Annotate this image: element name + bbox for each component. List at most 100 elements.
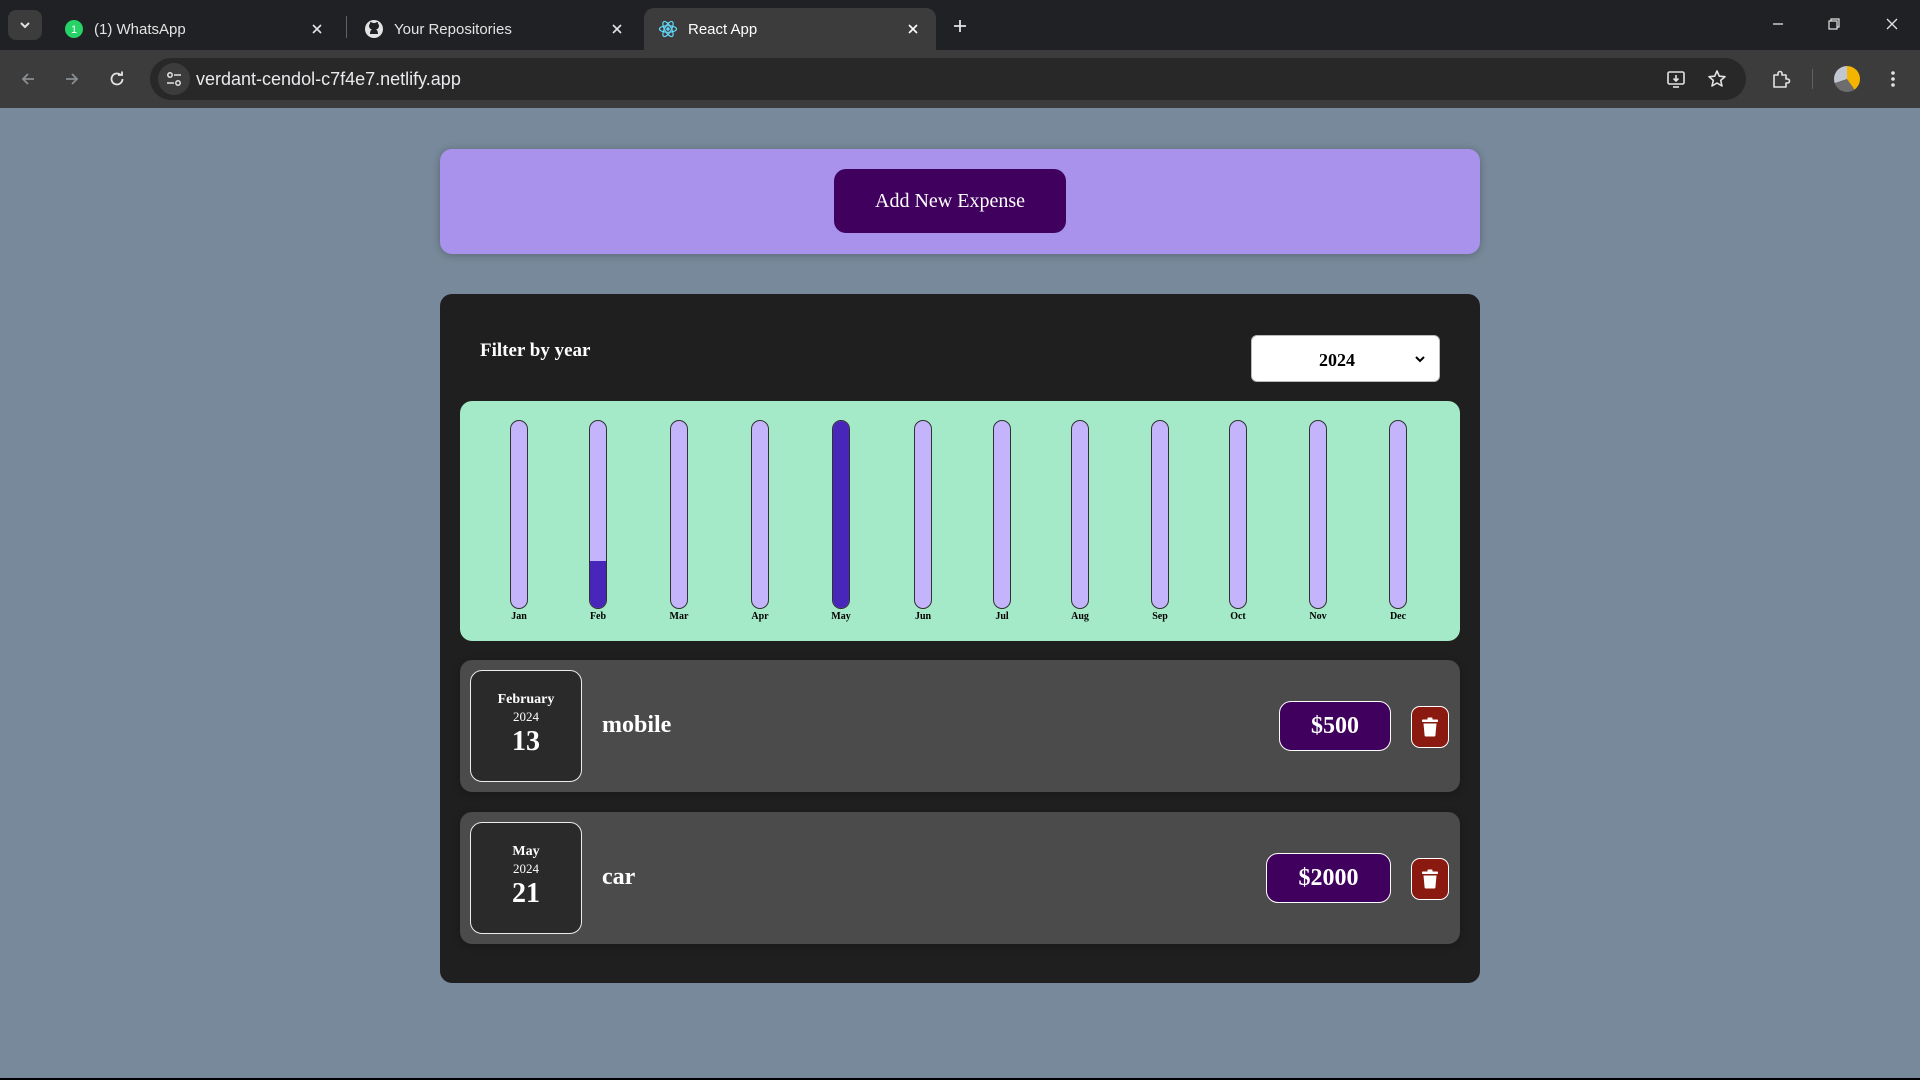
chart-bar-track — [510, 420, 528, 609]
expense-date: February 2024 13 — [470, 670, 582, 782]
chart-bar-fill — [590, 561, 606, 608]
star-icon — [1708, 70, 1726, 87]
browser-toolbar: verdant-cendol-c7f4e7.netlify.app — [0, 50, 1920, 108]
plus-icon — [954, 20, 966, 32]
menu-button[interactable] — [1877, 63, 1909, 95]
expense-item: February 2024 13 mobile $500 — [460, 660, 1460, 792]
react-icon — [658, 20, 678, 38]
expense-date: May 2024 21 — [470, 822, 582, 934]
chart-bar-feb: Feb — [578, 420, 618, 625]
chevron-down-icon — [1415, 356, 1425, 363]
chart-bar-sep: Sep — [1140, 420, 1180, 625]
tune-icon — [167, 72, 181, 86]
chart-bar-track — [1151, 420, 1169, 609]
profile-avatar[interactable] — [1834, 66, 1860, 92]
expense-date-month: May — [512, 844, 540, 859]
page-viewport: Add New Expense Filter by year 2024 Jan F… — [0, 108, 1920, 1078]
address-bar[interactable]: verdant-cendol-c7f4e7.netlify.app — [150, 58, 1746, 100]
chart-bar-track — [1229, 420, 1247, 609]
bookmark-button[interactable] — [1701, 63, 1733, 95]
close-icon[interactable] — [608, 20, 626, 38]
site-info-button[interactable] — [158, 63, 190, 95]
install-app-button[interactable] — [1660, 63, 1692, 95]
chart-bar-label: Aug — [1071, 611, 1089, 622]
install-icon — [1667, 71, 1685, 88]
tab-react-app[interactable]: React App — [644, 8, 936, 50]
more-vert-icon — [1891, 71, 1895, 87]
expense-item: May 2024 21 car $2000 — [460, 812, 1460, 944]
chart-bar-track — [914, 420, 932, 609]
expense-date-year: 2024 — [513, 861, 539, 876]
chart-bar-label: Mar — [669, 611, 689, 622]
expenses-card: Filter by year 2024 Jan Feb Mar Apr May Jun Ju… — [440, 294, 1480, 983]
chart-bar-mar: Mar — [659, 420, 699, 625]
restore-icon — [1828, 18, 1840, 30]
restore-button[interactable] — [1814, 8, 1854, 40]
chart-bar-jun: Jun — [903, 420, 943, 625]
browser-tab-bar: 1 (1) WhatsApp Your Repositories React A… — [0, 0, 1920, 50]
chart-bar-label: May — [831, 611, 851, 622]
expense-date-day: 21 — [512, 878, 540, 909]
chart-bar-apr: Apr — [740, 420, 780, 625]
toolbar-divider — [1812, 69, 1813, 89]
arrow-right-icon — [66, 73, 79, 85]
chart-bar-label: Jul — [995, 611, 1009, 622]
tab-search-button[interactable] — [8, 10, 42, 40]
github-icon — [365, 20, 383, 38]
tab-title: Your Repositories — [394, 20, 512, 38]
chart-bar-track — [832, 420, 850, 609]
year-select[interactable]: 2024 — [1251, 335, 1440, 382]
tab-separator — [346, 16, 347, 38]
trash-icon — [1422, 869, 1438, 889]
expense-date-year: 2024 — [513, 709, 539, 724]
tab-whatsapp[interactable]: 1 (1) WhatsApp — [50, 8, 340, 50]
chart-bar-track — [751, 420, 769, 609]
expense-title: mobile — [602, 712, 672, 738]
chart-bar-nov: Nov — [1298, 420, 1338, 625]
reload-icon — [110, 71, 124, 86]
chart-bar-track — [1309, 420, 1327, 609]
expense-date-day: 13 — [512, 726, 540, 757]
chart-bar-label: Jun — [914, 611, 932, 622]
close-icon[interactable] — [308, 20, 326, 38]
expense-date-month: February — [497, 692, 555, 707]
chart-bar-jan: Jan — [499, 420, 539, 625]
chart-bar-label: Nov — [1309, 611, 1327, 622]
chart-bar-label: Jan — [511, 611, 527, 622]
chart-bar-may: May — [821, 420, 861, 625]
expense-title: car — [602, 864, 636, 890]
expenses-chart: Jan Feb Mar Apr May Jun Jul Aug Sep Oct Nov Dec — [460, 401, 1460, 641]
tab-github[interactable]: Your Repositories — [350, 8, 640, 50]
close-icon — [1886, 18, 1898, 30]
url-text: verdant-cendol-c7f4e7.netlify.app — [196, 69, 461, 89]
chart-bar-label: Oct — [1230, 611, 1246, 622]
chart-bar-track — [1071, 420, 1089, 609]
chart-bar-label: Feb — [589, 611, 607, 622]
delete-expense-button[interactable] — [1411, 858, 1449, 900]
forward-button[interactable] — [56, 63, 88, 95]
chart-bar-track — [993, 420, 1011, 609]
add-new-expense-button[interactable]: Add New Expense — [834, 169, 1066, 233]
extensions-button[interactable] — [1765, 63, 1797, 95]
filter-label: Filter by year — [480, 340, 591, 361]
chart-bar-aug: Aug — [1060, 420, 1100, 625]
close-window-button[interactable] — [1872, 8, 1912, 40]
chart-bar-track — [670, 420, 688, 609]
reload-button[interactable] — [101, 63, 133, 95]
delete-expense-button[interactable] — [1411, 706, 1449, 748]
puzzle-icon — [1773, 70, 1791, 88]
close-icon[interactable] — [904, 20, 922, 38]
chart-bar-oct: Oct — [1218, 420, 1258, 625]
tab-title: (1) WhatsApp — [94, 20, 186, 38]
new-expense-panel: Add New Expense — [440, 149, 1480, 254]
minimize-button[interactable] — [1758, 8, 1798, 40]
back-button[interactable] — [12, 63, 44, 95]
chart-bar-label: Dec — [1389, 611, 1407, 622]
expense-amount: $500 — [1279, 701, 1391, 751]
year-select-value: 2024 — [1319, 350, 1355, 370]
new-tab-button[interactable] — [946, 12, 974, 40]
chart-bar-jul: Jul — [982, 420, 1022, 625]
svg-text:1: 1 — [71, 24, 77, 36]
chevron-down-icon — [20, 22, 30, 29]
trash-icon — [1422, 717, 1438, 737]
